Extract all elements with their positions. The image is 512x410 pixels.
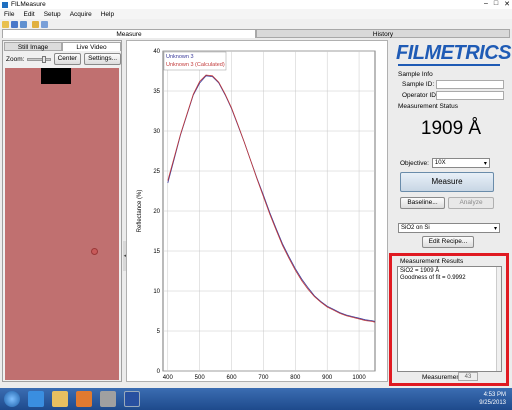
sample-id-field[interactable] bbox=[436, 80, 504, 89]
y-axis-label: Reflectance (%) bbox=[137, 190, 143, 233]
main-tabs: Measure History bbox=[0, 29, 512, 38]
y-tick-label: 35 bbox=[153, 89, 160, 95]
center-button[interactable]: Center bbox=[53, 53, 82, 65]
y-tick-label: 20 bbox=[153, 209, 160, 215]
file-explorer-icon[interactable] bbox=[52, 391, 68, 407]
measurement-status-label: Measurement Status bbox=[398, 103, 458, 110]
menu-edit[interactable]: Edit bbox=[23, 11, 34, 18]
y-tick-label: 30 bbox=[153, 129, 160, 135]
focus-spot bbox=[91, 248, 98, 255]
tab-history[interactable]: History bbox=[256, 29, 510, 38]
save-as-icon[interactable] bbox=[20, 20, 27, 28]
objective-label: Objective: bbox=[400, 159, 429, 167]
window-title: FILMeasure bbox=[11, 1, 46, 8]
menu-bar: File Edit Setup Acquire Help bbox=[0, 9, 512, 19]
measure-button[interactable]: Measure bbox=[400, 172, 494, 192]
print-icon[interactable] bbox=[41, 20, 48, 28]
close-icon[interactable]: ✕ bbox=[504, 0, 510, 8]
sample-info-label: Sample Info bbox=[398, 71, 433, 78]
video-overlay-rect bbox=[41, 68, 71, 84]
x-tick-label: 800 bbox=[290, 375, 301, 381]
app-icon bbox=[2, 1, 8, 8]
camera-panel: Still Image Live Video Zoom: Center Sett… bbox=[2, 40, 128, 382]
open-folder-icon[interactable] bbox=[2, 20, 9, 28]
tab-measure[interactable]: Measure bbox=[2, 29, 256, 38]
legend-entry: Unknown 3 bbox=[166, 54, 194, 60]
y-tick-label: 5 bbox=[157, 329, 161, 335]
taskbar: 4:53 PM 9/25/2013 bbox=[0, 388, 512, 410]
live-video-view[interactable] bbox=[5, 68, 119, 380]
chevron-down-icon: ▾ bbox=[483, 160, 487, 167]
legend-entry: Unknown 3 (Calculated) bbox=[166, 62, 225, 68]
objective-row: Objective: 10X ▾ bbox=[400, 158, 490, 168]
y-tick-label: 40 bbox=[153, 49, 160, 55]
thickness-result: 1909 Å bbox=[420, 118, 482, 139]
baseline-button[interactable]: Baseline... bbox=[400, 197, 445, 209]
x-tick-label: 1000 bbox=[352, 375, 366, 381]
title-bar: FILMeasure – □ ✕ bbox=[0, 0, 512, 9]
camera-tabs: Still Image Live Video bbox=[3, 41, 121, 51]
objective-value: 10X bbox=[434, 160, 446, 166]
y-tick-label: 10 bbox=[153, 289, 160, 295]
media-player-icon[interactable] bbox=[76, 391, 92, 407]
y-tick-label: 0 bbox=[157, 369, 161, 375]
clock-date: 9/25/2013 bbox=[479, 400, 506, 406]
minimize-icon[interactable]: – bbox=[484, 0, 488, 8]
sample-id-label: Sample ID: bbox=[402, 81, 435, 88]
edit-recipe-button[interactable]: Edit Recipe... bbox=[422, 236, 474, 248]
reflectance-chart-svg: 40050060070080090010000510152025303540Wa… bbox=[137, 49, 376, 381]
x-tick-label: 400 bbox=[163, 375, 174, 381]
zoom-label: Zoom: bbox=[6, 55, 25, 63]
operator-id-field[interactable] bbox=[436, 91, 504, 100]
clock-time: 4:53 PM bbox=[483, 392, 506, 398]
zoom-slider[interactable] bbox=[27, 55, 51, 63]
folder-icon[interactable] bbox=[32, 20, 39, 28]
y-tick-label: 25 bbox=[153, 169, 160, 175]
zoom-slider-thumb[interactable] bbox=[42, 55, 47, 63]
objective-select[interactable]: 10X ▾ bbox=[431, 158, 490, 168]
window-controls: – □ ✕ bbox=[484, 0, 510, 8]
y-tick-label: 15 bbox=[153, 249, 160, 255]
analyze-button[interactable]: Analyze bbox=[448, 197, 494, 209]
zoom-row: Zoom: Center Settings... bbox=[3, 52, 121, 66]
menu-help[interactable]: Help bbox=[101, 11, 114, 18]
chevron-down-icon: ▾ bbox=[493, 225, 497, 232]
filmeasure-taskbar-icon[interactable] bbox=[124, 391, 140, 407]
menu-setup[interactable]: Setup bbox=[44, 11, 61, 18]
tab-still-image[interactable]: Still Image bbox=[4, 42, 62, 51]
x-tick-label: 900 bbox=[322, 375, 333, 381]
x-tick-label: 700 bbox=[258, 375, 269, 381]
menu-acquire[interactable]: Acquire bbox=[70, 11, 92, 18]
recipe-value: SiO2 on Si bbox=[401, 225, 430, 231]
results-highlight-box bbox=[389, 253, 509, 386]
settings-button[interactable]: Settings... bbox=[84, 53, 121, 65]
start-button-icon[interactable] bbox=[4, 391, 20, 407]
maximize-icon[interactable]: □ bbox=[494, 0, 498, 8]
tab-live-video[interactable]: Live Video bbox=[62, 42, 121, 51]
system-tray[interactable]: 4:53 PM 9/25/2013 bbox=[479, 391, 506, 407]
internet-explorer-icon[interactable] bbox=[28, 391, 44, 407]
recipe-select[interactable]: SiO2 on Si ▾ bbox=[398, 223, 500, 233]
save-icon[interactable] bbox=[11, 20, 18, 28]
toolbar bbox=[0, 19, 512, 29]
app-icon-gray[interactable] bbox=[100, 391, 116, 407]
operator-id-label: Operator ID: bbox=[402, 92, 438, 99]
x-tick-label: 600 bbox=[227, 375, 238, 381]
reflectance-chart: 40050060070080090010000510152025303540Wa… bbox=[126, 40, 388, 382]
x-tick-label: 500 bbox=[195, 375, 206, 381]
menu-file[interactable]: File bbox=[4, 11, 14, 18]
logo-underline bbox=[398, 64, 500, 66]
